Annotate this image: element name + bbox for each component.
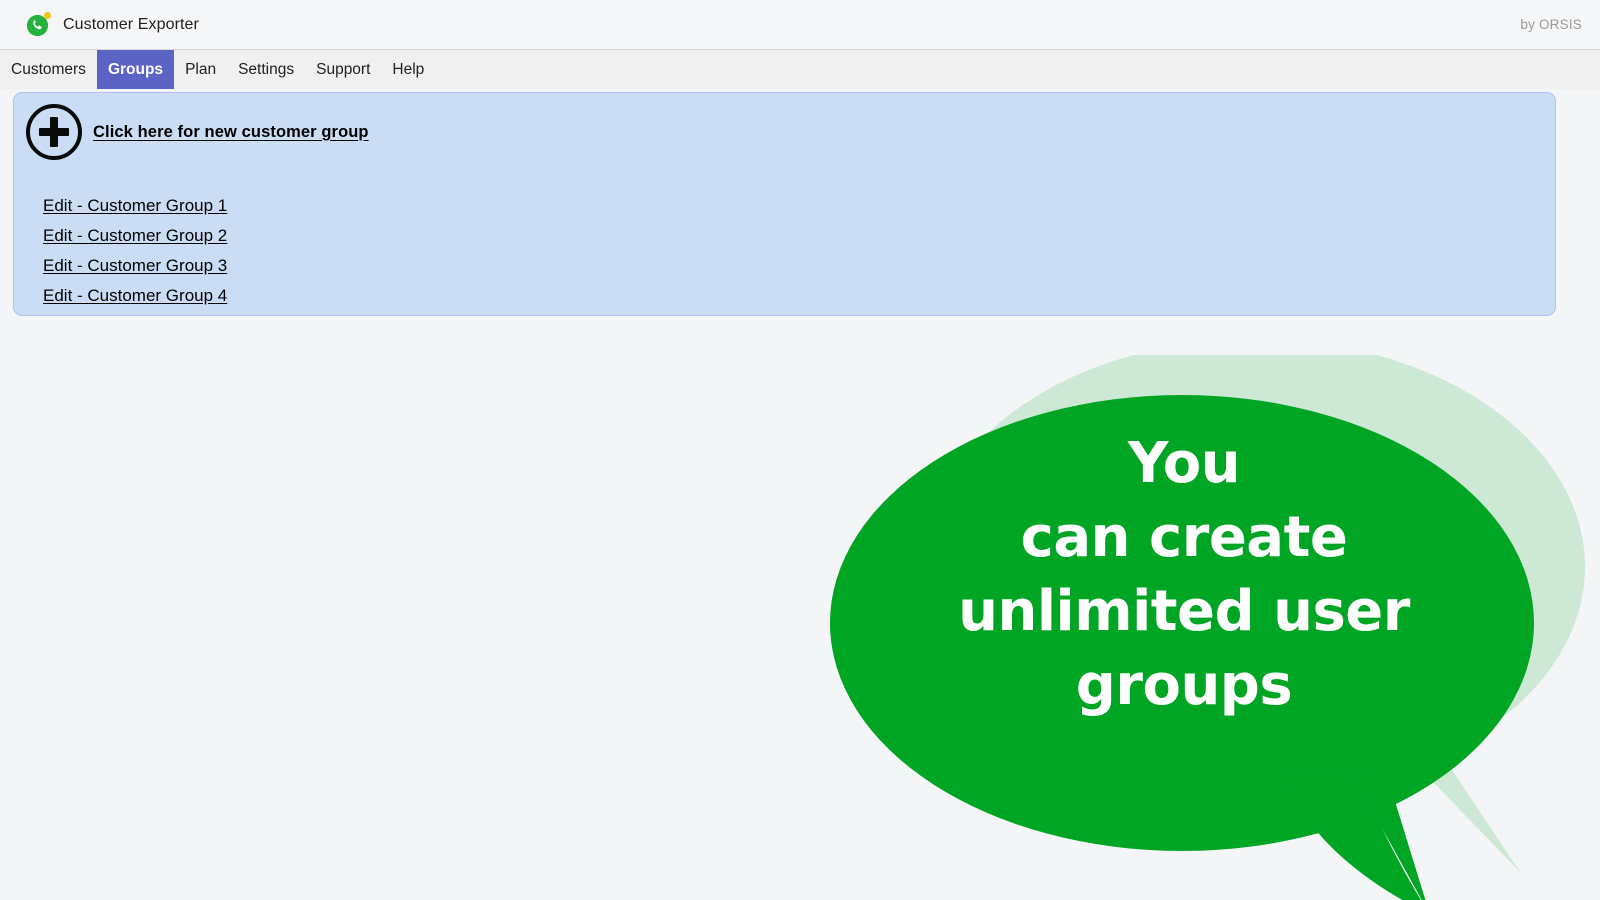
edit-customer-group-2-link[interactable]: Edit - Customer Group 2: [43, 221, 227, 251]
edit-customer-group-1-link[interactable]: Edit - Customer Group 1: [43, 191, 227, 221]
main-nav: Customers Groups Plan Settings Support H…: [0, 50, 1600, 89]
promo-callout-text: You can create unlimited user groups: [958, 431, 1410, 718]
speech-bubble-shape: [830, 355, 1585, 900]
plus-circle-icon[interactable]: [26, 104, 82, 160]
app-title: Customer Exporter: [63, 15, 199, 33]
app-header: Customer Exporter by ORSIS: [0, 0, 1600, 50]
nav-tab-support[interactable]: Support: [305, 50, 381, 89]
promo-speech-bubble: You can create unlimited user groups: [830, 355, 1600, 900]
logo-notification-badge: [44, 11, 51, 19]
nav-tab-plan[interactable]: Plan: [174, 50, 227, 89]
nav-tab-help[interactable]: Help: [381, 50, 435, 89]
customer-groups-panel: Click here for new customer group Edit -…: [13, 92, 1556, 316]
new-customer-group-link[interactable]: Click here for new customer group: [93, 123, 369, 142]
nav-tab-customers[interactable]: Customers: [0, 50, 97, 89]
customer-group-list: Edit - Customer Group 1 Edit - Customer …: [43, 191, 227, 311]
whatsapp-icon: [26, 11, 51, 37]
speech-bubble-body: [830, 395, 1534, 900]
nav-tab-groups[interactable]: Groups: [96, 50, 175, 89]
edit-customer-group-3-link[interactable]: Edit - Customer Group 3: [43, 251, 227, 281]
vendor-credit: by ORSIS: [1520, 17, 1582, 32]
nav-tab-settings[interactable]: Settings: [227, 50, 305, 89]
new-customer-group-row[interactable]: Click here for new customer group: [26, 104, 369, 160]
speech-bubble-shadow: [925, 355, 1585, 872]
edit-customer-group-4-link[interactable]: Edit - Customer Group 4: [43, 281, 227, 311]
